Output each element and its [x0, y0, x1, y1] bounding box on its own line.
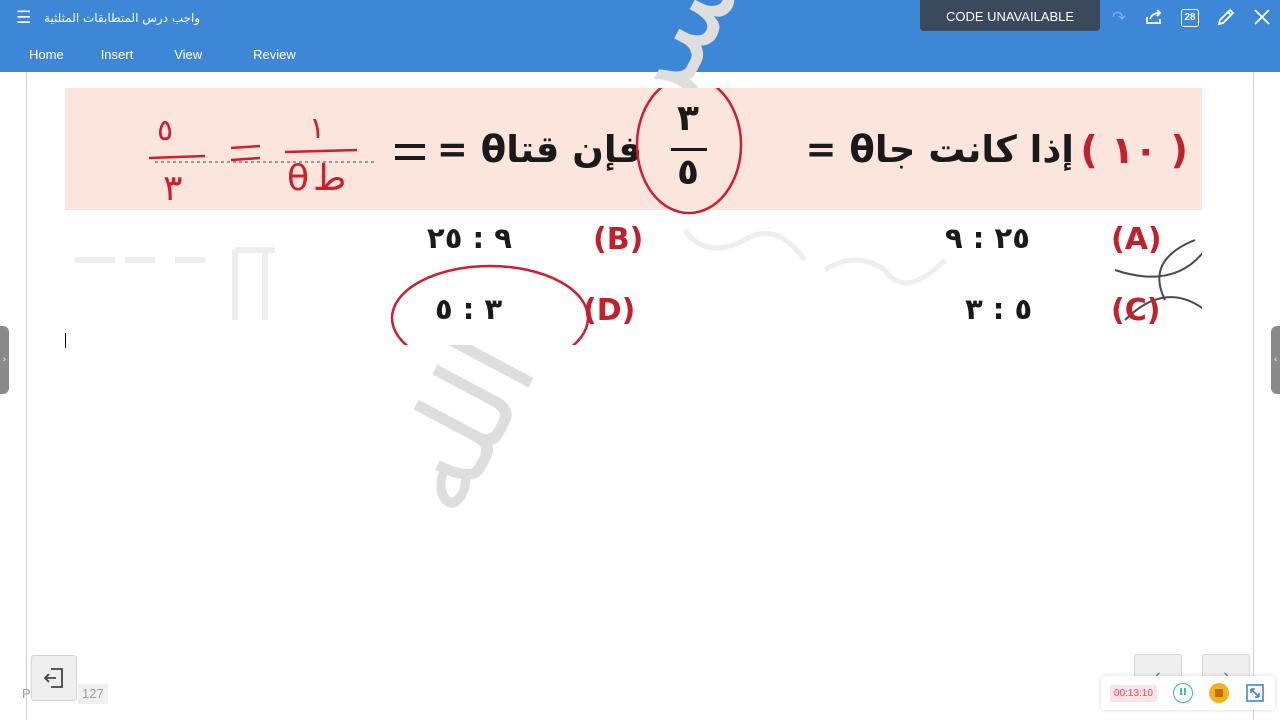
- option-a-letter[interactable]: (A): [1111, 222, 1162, 257]
- page-left-edge: [26, 72, 27, 720]
- hamburger-icon[interactable]: ☰: [16, 9, 34, 27]
- option-d-letter[interactable]: (D): [583, 293, 635, 328]
- tab-view[interactable]: View: [174, 44, 202, 66]
- recording-time: 00:13:10: [1110, 685, 1157, 702]
- pages-badge[interactable]: 28: [1181, 9, 1199, 27]
- svg-text:١: ١: [309, 111, 325, 146]
- exit-button[interactable]: [31, 655, 77, 701]
- option-d-value: ٣ : ٥: [435, 292, 503, 326]
- page-number: 127: [78, 684, 108, 704]
- document-title: واجب درس المتطابقات المثلثية: [44, 11, 201, 25]
- worksheet-snippet: ( ١٠ ) إذا كانت جاθ = ٣ ٥ فإن قتاθ = ٥ ٣…: [65, 88, 1202, 345]
- svg-text:٥: ٥: [157, 113, 173, 148]
- option-b-letter[interactable]: (B): [593, 222, 643, 257]
- svg-text:θ: θ: [287, 158, 309, 199]
- pen-icon[interactable]: [1215, 8, 1237, 28]
- option-a-value: ٢٥ : ٩: [945, 221, 1030, 255]
- redo-icon[interactable]: ↷: [1108, 8, 1130, 28]
- left-panel-handle[interactable]: ›: [0, 326, 9, 394]
- stop-icon[interactable]: [1209, 683, 1229, 703]
- page-right-edge: [1253, 72, 1254, 720]
- expand-icon[interactable]: [1245, 683, 1265, 703]
- svg-text:ط: ط: [313, 158, 346, 199]
- pause-icon[interactable]: II: [1173, 683, 1193, 703]
- screen-recorder-bar: 00:13:10 II: [1101, 676, 1275, 710]
- text-cursor: [65, 333, 66, 348]
- tab-insert[interactable]: Insert: [101, 44, 134, 66]
- close-icon[interactable]: [1251, 8, 1273, 28]
- app-window: ☰ واجب درس المتطابقات المثلثية Home Inse…: [0, 0, 1280, 720]
- code-unavailable-banner: CODE UNAVAILABLE: [920, 0, 1100, 31]
- share-icon[interactable]: [1143, 8, 1165, 28]
- title-bar: ☰ واجب درس المتطابقات المثلثية Home Inse…: [0, 0, 1280, 72]
- option-b-value: ٩ : ٢٥: [427, 221, 512, 255]
- option-c-value: ٥ : ٣: [965, 292, 1033, 326]
- exit-icon: [43, 668, 63, 688]
- tab-review[interactable]: Review: [253, 44, 296, 66]
- page-indicator: P 127: [22, 684, 108, 704]
- right-panel-handle[interactable]: ‹: [1271, 326, 1280, 394]
- ribbon-tabs: Home Insert View Review: [0, 44, 296, 66]
- page-prefix: P: [22, 686, 31, 701]
- svg-text:٣: ٣: [163, 168, 182, 209]
- option-c-letter[interactable]: (C): [1111, 293, 1160, 328]
- tab-home[interactable]: Home: [29, 44, 64, 66]
